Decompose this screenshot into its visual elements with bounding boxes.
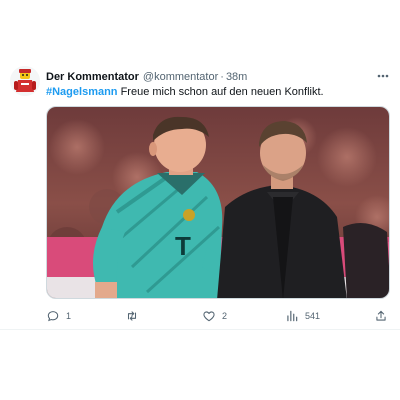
more-icon[interactable]	[376, 69, 390, 83]
retweet-button[interactable]	[125, 307, 145, 325]
reply-icon	[47, 311, 59, 322]
avatar[interactable]	[10, 66, 40, 96]
tweet-text: #Nagelsmann Freue mich schon auf den neu…	[46, 85, 386, 99]
shirt-sponsor-logo: T	[175, 231, 191, 261]
share-button[interactable]	[374, 307, 394, 325]
reply-button[interactable]: 1	[46, 307, 71, 325]
hashtag-link[interactable]: #Nagelsmann	[46, 86, 118, 98]
separator-dot: ·	[220, 71, 224, 83]
tweet-photo[interactable]: T	[46, 106, 390, 299]
author-name[interactable]: Der Kommentator	[46, 71, 139, 83]
like-button[interactable]: 2	[202, 307, 227, 325]
tweet-actions: 1 2 541	[46, 307, 390, 325]
reply-count: 1	[66, 311, 72, 321]
tweet-time[interactable]: 38m	[226, 71, 247, 83]
view-count: 541	[305, 311, 321, 321]
tweet-card[interactable]: Der Kommentator @kommentator · 38m #Nage…	[0, 0, 400, 330]
heart-icon	[203, 311, 215, 322]
retweet-icon	[127, 311, 137, 321]
share-icon	[376, 310, 386, 321]
tweet-body: Freue mich schon auf den neuen Konflikt.	[117, 86, 324, 98]
views-chart-icon	[287, 310, 298, 322]
photo-image: T	[47, 107, 389, 298]
like-count: 2	[222, 311, 228, 321]
lego-figure-avatar-icon	[10, 66, 40, 96]
tweet-header: Der Kommentator @kommentator · 38m	[46, 69, 390, 85]
views-button[interactable]: 541	[285, 307, 320, 325]
more-horizontal-icon	[377, 74, 389, 78]
author-handle[interactable]: @kommentator	[143, 71, 218, 83]
